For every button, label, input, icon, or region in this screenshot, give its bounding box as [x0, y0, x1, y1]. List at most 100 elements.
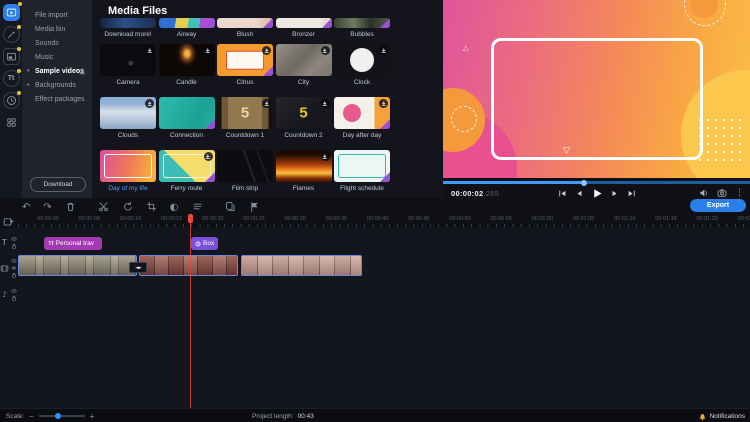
clockface-icon[interactable]	[3, 92, 20, 109]
play-icon[interactable]	[591, 188, 602, 199]
wand-icon[interactable]	[3, 26, 20, 43]
media-item-blush[interactable]: Blush	[217, 18, 273, 39]
title-clip-personal-trav[interactable]: TtPersonal trav	[44, 237, 102, 250]
pip-icon[interactable]	[3, 48, 20, 65]
titles-icon[interactable]: Tt	[3, 70, 20, 87]
scale-slider[interactable]	[39, 415, 85, 417]
media-item-bubbles[interactable]: Bubbles	[334, 18, 390, 39]
download-badge-icon[interactable]	[321, 99, 330, 108]
media-item-countdown-1[interactable]: 5Countdown 1	[217, 97, 273, 140]
lock-icon[interactable]	[11, 295, 17, 301]
playhead-line[interactable]	[190, 214, 191, 408]
media-item-connection[interactable]: Connection	[159, 97, 215, 140]
add-to-timeline-icon[interactable]	[3, 216, 14, 227]
media-thumbnail[interactable]	[217, 44, 273, 76]
download-button[interactable]: Download	[30, 177, 86, 192]
previous-frame-icon[interactable]	[574, 189, 583, 198]
media-thumbnail[interactable]	[217, 150, 273, 182]
eye-icon[interactable]	[11, 288, 17, 294]
media-item-ferry-route[interactable]: Ferry route	[159, 150, 215, 193]
zoom-out-icon[interactable]: −	[29, 412, 34, 421]
menu-item-backgrounds[interactable]: •Backgrounds	[22, 78, 92, 92]
download-badge-icon[interactable]	[321, 152, 330, 161]
media-thumbnail[interactable]	[100, 44, 156, 76]
media-thumbnail[interactable]	[334, 150, 390, 182]
transition-icon[interactable]: ◄►	[129, 262, 147, 273]
media-thumbnail[interactable]	[217, 18, 273, 28]
media-thumbnail[interactable]	[334, 18, 390, 28]
media-item-day-after-day[interactable]: Day after day	[334, 97, 390, 140]
media-thumbnail[interactable]	[100, 97, 156, 129]
preview-video[interactable]: ▽ △	[443, 0, 750, 178]
media-item-airway[interactable]: Airway	[159, 18, 215, 39]
download-badge-icon[interactable]	[262, 46, 271, 55]
media-item-countdown-2[interactable]: 5Countdown 2	[276, 97, 332, 140]
redo-icon[interactable]: ↷	[43, 197, 51, 215]
download-badge-icon[interactable]	[145, 99, 154, 108]
volume-icon[interactable]	[699, 188, 709, 198]
media-item-flames[interactable]: Flames	[276, 150, 332, 193]
media-thumbnail[interactable]	[159, 44, 215, 76]
playhead-handle[interactable]	[188, 214, 193, 223]
trash-icon[interactable]	[65, 201, 76, 212]
scale-slider-knob[interactable]	[55, 413, 61, 419]
media-item-flight-schedule[interactable]: Flight schedule	[334, 150, 390, 193]
media-item-city[interactable]: City	[276, 44, 332, 87]
media-thumbnail[interactable]	[100, 18, 156, 28]
next-frame-icon[interactable]	[610, 189, 619, 198]
download-badge-icon[interactable]	[145, 46, 154, 55]
seek-bar[interactable]	[443, 181, 750, 184]
menu-item-sounds[interactable]: Sounds	[22, 36, 92, 50]
skip-end-icon[interactable]	[627, 189, 636, 198]
media-thumbnail[interactable]: 5	[217, 97, 273, 129]
video-clip-2[interactable]	[139, 255, 238, 276]
more-options-icon[interactable]: ⋮	[735, 188, 744, 198]
download-icon[interactable]	[79, 68, 86, 75]
video-clip-3[interactable]	[241, 255, 362, 276]
video-clip-1[interactable]	[18, 255, 137, 276]
media-thumbnail[interactable]: 5	[276, 97, 332, 129]
media-thumbnail[interactable]	[100, 150, 156, 182]
media-item-day-of-my-life[interactable]: Day of my life	[100, 150, 156, 193]
menu-item-file-import[interactable]: File import	[22, 8, 92, 22]
download-badge-icon[interactable]	[204, 152, 213, 161]
export-button[interactable]: Export	[690, 199, 746, 212]
media-item-candle[interactable]: Candle	[159, 44, 215, 87]
menu-item-sample-videos[interactable]: •Sample videos	[22, 64, 92, 78]
media-item-bronzer[interactable]: Bronzer	[276, 18, 332, 39]
menu-item-music[interactable]: Music	[22, 50, 92, 64]
media-thumbnail[interactable]	[334, 44, 390, 76]
snapshot-icon[interactable]	[717, 188, 727, 198]
timeline-tracks[interactable]: T ♪ TtPersonal travBox ◄►	[0, 228, 750, 408]
timeline-ruler[interactable]: 00:00:0000:00:0500:00:1000:00:1500:00:20…	[0, 214, 750, 228]
media-thumbnail[interactable]	[159, 150, 215, 182]
grid-icon[interactable]	[3, 114, 20, 131]
media-item-label: Flight schedule	[334, 185, 390, 193]
zoom-in-icon[interactable]: +	[90, 412, 95, 421]
download-badge-icon[interactable]	[262, 99, 271, 108]
media-icon[interactable]	[3, 4, 20, 21]
media-thumbnail[interactable]	[276, 18, 332, 28]
media-thumbnail[interactable]	[159, 18, 215, 28]
media-thumbnail[interactable]	[334, 97, 390, 129]
media-item-clouds[interactable]: Clouds	[100, 97, 156, 140]
title-clip-box[interactable]: Box	[191, 237, 218, 250]
notifications[interactable]: Notifications	[698, 409, 745, 422]
download-badge-icon[interactable]	[204, 46, 213, 55]
media-thumbnail[interactable]	[159, 97, 215, 129]
download-badge-icon[interactable]	[321, 46, 330, 55]
media-thumbnail[interactable]	[276, 150, 332, 182]
media-item-clock[interactable]: Clock	[334, 44, 390, 87]
media-item-download-more-[interactable]: Download more!	[100, 18, 156, 39]
media-item-film-strip[interactable]: Film strip	[217, 150, 273, 193]
undo-icon[interactable]: ↶	[22, 197, 30, 215]
media-thumbnail[interactable]	[276, 44, 332, 76]
menu-item-media-bin[interactable]: Media bin	[22, 22, 92, 36]
seek-knob[interactable]	[581, 180, 587, 186]
menu-item-effect-packages[interactable]: Effect packages	[22, 92, 92, 106]
media-item-camera[interactable]: Camera	[100, 44, 156, 87]
download-badge-icon[interactable]	[379, 99, 388, 108]
media-item-citrus[interactable]: Citrus	[217, 44, 273, 87]
skip-start-icon[interactable]	[557, 189, 566, 198]
download-badge-icon[interactable]	[379, 46, 388, 55]
